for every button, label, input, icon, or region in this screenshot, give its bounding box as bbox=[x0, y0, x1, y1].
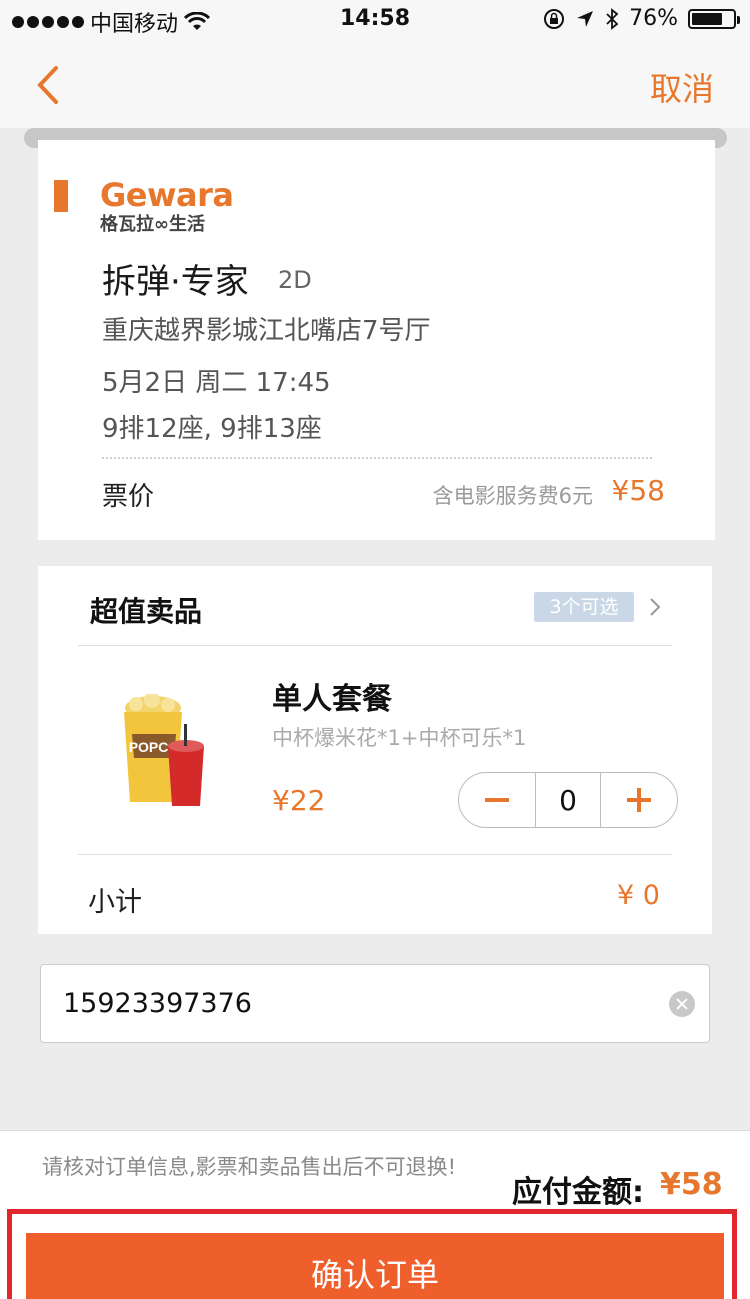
snack-section-title: 超值卖品 bbox=[90, 595, 203, 628]
movie-format: 2D bbox=[278, 266, 312, 294]
combo-name: 单人套餐 bbox=[272, 682, 392, 717]
location-icon bbox=[577, 10, 594, 27]
ticket-accent-bar bbox=[54, 180, 68, 212]
subtotal-value: ¥ 0 bbox=[617, 880, 660, 911]
ticket-card: Gewara 格瓦拉∞生活 拆弹·专家 2D 重庆越界影城江北嘴店7号厅 5月2… bbox=[38, 140, 715, 548]
increment-button[interactable] bbox=[601, 773, 677, 827]
price-note: 含电影服务费6元 bbox=[432, 484, 593, 508]
status-bar: 中国移动 14:58 76% bbox=[0, 0, 750, 40]
snack-divider bbox=[78, 645, 672, 646]
order-footer: 请核对订单信息,影票和卖品售出后不可退换! 应付金额: ¥58 确认订单 bbox=[0, 1130, 750, 1299]
decrement-button[interactable] bbox=[459, 773, 535, 827]
amount-due-label: 应付金额: bbox=[512, 1175, 644, 1210]
brand-logo: Gewara bbox=[100, 176, 234, 214]
showtime: 5月2日 周二 17:45 bbox=[102, 368, 331, 398]
minus-icon bbox=[485, 798, 509, 802]
clear-icon[interactable] bbox=[669, 991, 695, 1017]
snack-options-badge[interactable]: 3个可选 bbox=[534, 592, 634, 622]
phone-input[interactable] bbox=[63, 965, 623, 1041]
quantity-stepper: 0 bbox=[458, 772, 678, 828]
back-button[interactable] bbox=[28, 60, 68, 110]
chevron-right-icon[interactable] bbox=[646, 596, 664, 618]
refund-notice: 请核对订单信息,影票和卖品售出后不可退换! bbox=[42, 1155, 457, 1179]
price-label: 票价 bbox=[102, 482, 155, 512]
battery-icon bbox=[688, 8, 740, 29]
bluetooth-icon bbox=[606, 7, 619, 30]
movie-title: 拆弹·专家 bbox=[102, 262, 249, 302]
seats: 9排12座, 9排13座 bbox=[102, 414, 322, 444]
plus-icon bbox=[627, 788, 651, 812]
price-value: ¥58 bbox=[611, 474, 665, 507]
nav-bar: 取消 bbox=[0, 40, 750, 128]
chevron-left-icon bbox=[37, 66, 58, 104]
subtotal-divider bbox=[78, 854, 672, 855]
cinema-hall: 重庆越界影城江北嘴店7号厅 bbox=[102, 316, 431, 346]
status-right: 76% bbox=[543, 6, 740, 31]
snack-card: 超值卖品 3个可选 POPCO 单人套餐 中杯爆米花*1+中杯可乐*1 ¥22 … bbox=[38, 566, 712, 934]
combo-description: 中杯爆米花*1+中杯可乐*1 bbox=[272, 726, 527, 750]
amount-due-value: ¥58 bbox=[660, 1167, 723, 1202]
phone-field-container bbox=[40, 964, 710, 1043]
battery-fill bbox=[692, 12, 723, 25]
battery-percent: 76% bbox=[629, 6, 678, 31]
quantity-value[interactable]: 0 bbox=[535, 773, 601, 827]
popcorn-combo-image: POPCO bbox=[124, 694, 204, 806]
orientation-lock-icon bbox=[544, 8, 565, 29]
confirm-order-button[interactable]: 确认订单 bbox=[26, 1233, 724, 1299]
ticket-divider bbox=[102, 457, 652, 459]
subtotal-label: 小计 bbox=[88, 887, 142, 918]
brand-tagline: 格瓦拉∞生活 bbox=[100, 214, 205, 235]
combo-price: ¥22 bbox=[272, 784, 326, 817]
cancel-button[interactable]: 取消 bbox=[650, 64, 714, 110]
